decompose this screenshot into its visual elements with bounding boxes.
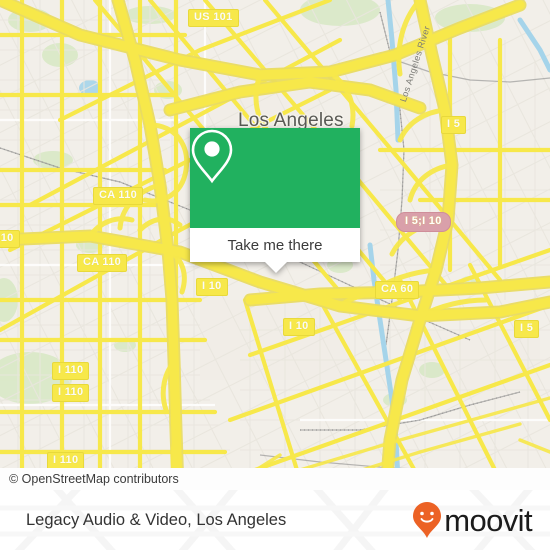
highway-shield: I 10 <box>283 318 315 336</box>
highway-shield: I 5 <box>514 320 540 338</box>
highway-shield: I 5;I 10 <box>396 212 451 232</box>
highway-shield: I 5 <box>441 116 467 134</box>
moovit-pin-icon <box>413 502 442 538</box>
moovit-logo[interactable]: moovit <box>412 501 533 539</box>
attribution-text: © OpenStreetMap contributors <box>9 472 179 486</box>
footer-bar: Legacy Audio & Video, Los Angeles moovit <box>0 490 550 550</box>
map-attribution: © OpenStreetMap contributors <box>0 468 550 490</box>
map-canvas[interactable]: .rd { stroke:#f7e84a; fill:none; stroke-… <box>0 0 550 490</box>
highway-shield: I 110 <box>52 362 90 380</box>
footer-content: Legacy Audio & Video, Los Angeles moovit <box>0 490 550 550</box>
highway-shield: I 110 <box>52 384 90 402</box>
popup-pointer <box>265 262 287 273</box>
map-pin-icon <box>191 129 233 184</box>
highway-shield: I 10 <box>0 230 20 248</box>
place-name-label: Legacy Audio & Video, Los Angeles <box>26 510 287 529</box>
highway-shield: CA 110 <box>77 254 128 272</box>
moovit-wordmark: moovit <box>444 502 532 538</box>
take-me-there-label: Take me there <box>227 236 323 254</box>
highway-shield: CA 60 <box>375 281 420 299</box>
location-popup[interactable]: Take me there <box>190 128 360 273</box>
popup-pin-panel <box>190 128 360 228</box>
highway-shield: I 10 <box>196 278 228 296</box>
highway-shield: US 101 <box>188 9 239 27</box>
screenshot-root: .rd { stroke:#f7e84a; fill:none; stroke-… <box>0 0 550 550</box>
highway-shield: CA 110 <box>93 187 144 205</box>
take-me-there-button[interactable]: Take me there <box>190 228 360 262</box>
